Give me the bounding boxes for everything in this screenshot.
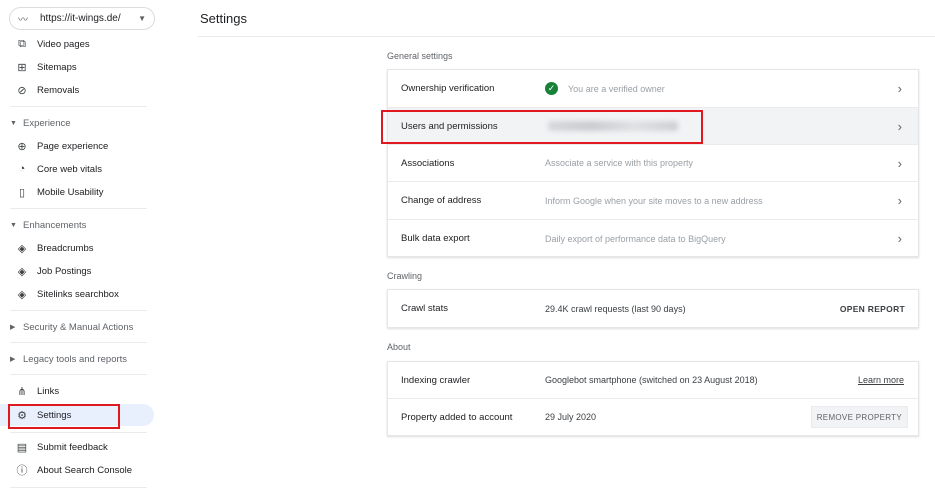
property-url: https://it-wings.de/ — [40, 13, 121, 24]
remove-property-button[interactable]: REMOVE PROPERTY — [810, 406, 908, 428]
divider — [10, 342, 147, 343]
section-enhancements[interactable]: ▼ Enhancements — [0, 215, 155, 235]
sidebar-item-page-experience[interactable]: ⊕ Page experience — [0, 135, 155, 157]
section-heading: Security & Manual Actions — [23, 321, 134, 333]
divider — [10, 106, 147, 107]
highlight-box-users-and-permissions — [381, 110, 703, 144]
section-heading: Legacy tools and reports — [23, 353, 128, 365]
row-indexing-crawler: Indexing crawler Googlebot smartphone (s… — [388, 362, 918, 399]
general-settings-card: Ownership verification ✓ You are a verif… — [387, 69, 919, 257]
sidebar-item-sitemaps[interactable]: ⊞ Sitemaps — [0, 56, 155, 78]
chevron-right-icon: › — [897, 193, 902, 208]
about-heading: About — [387, 342, 411, 352]
sidebar-item-label: Breadcrumbs — [37, 242, 94, 254]
sidebar-item-label: Job Postings — [37, 265, 92, 277]
speedometer-icon: ◔ — [18, 163, 26, 175]
page-title: Settings — [200, 11, 247, 26]
sidebar-item-label: Core web vitals — [37, 163, 102, 175]
divider — [10, 208, 147, 209]
row-desc: Associate a service with this property — [545, 158, 694, 168]
about-card: Indexing crawler Googlebot smartphone (s… — [387, 361, 919, 436]
feedback-icon: ▤ — [16, 441, 28, 454]
divider — [10, 310, 147, 311]
sidebar-item-label: Mobile Usability — [37, 186, 104, 198]
section-experience[interactable]: ▼ Experience — [0, 113, 155, 133]
row-name: Change of address — [401, 195, 482, 206]
row-desc: Googlebot smartphone (switched on 23 Aug… — [545, 375, 758, 385]
header-divider — [198, 36, 935, 37]
section-heading: Enhancements — [23, 219, 87, 231]
row-crawl-stats: Crawl stats 29.4K crawl requests (last 9… — [388, 290, 918, 327]
layers-icon: ◈ — [17, 242, 27, 255]
sidebar-item-label: Removals — [37, 84, 80, 96]
sidebar-item-job-postings[interactable]: ◈ Job Postings — [0, 260, 155, 282]
crawling-heading: Crawling — [387, 271, 423, 281]
caret-down-icon: ▼ — [10, 119, 17, 127]
chevron-right-icon: › — [897, 155, 902, 171]
row-desc: 29.4K crawl requests (last 90 days) — [545, 303, 686, 314]
row-desc: Daily export of performance data to BigQ… — [545, 233, 726, 244]
row-associations[interactable]: Associations Associate a service with th… — [388, 145, 918, 182]
row-name: Crawl stats — [401, 303, 448, 314]
chevron-right-icon: › — [897, 81, 902, 96]
open-report-button[interactable]: OPEN REPORT — [840, 304, 905, 314]
video-page-icon: ⧉ — [18, 37, 26, 50]
sidebar-item-label: Video pages — [37, 38, 90, 50]
row-property-added: Property added to account 29 July 2020 R… — [388, 399, 918, 435]
property-logo-icon: 〰 — [18, 15, 28, 26]
divider — [10, 487, 147, 488]
row-name: Indexing crawler — [401, 374, 471, 386]
property-selector[interactable]: 〰 https://it-wings.de/ ▼ — [9, 7, 155, 30]
sidebar-item-about[interactable]: ⓘ About Search Console — [0, 459, 155, 481]
links-icon: ⋔ — [17, 385, 27, 398]
sidebar-item-label: Sitelinks searchbox — [37, 288, 119, 300]
sidebar-item-submit-feedback[interactable]: ▤ Submit feedback — [0, 436, 155, 458]
row-ownership-verification[interactable]: Ownership verification ✓ You are a verif… — [388, 70, 918, 108]
caret-right-icon: ▶ — [10, 324, 16, 331]
section-heading: Experience — [23, 117, 71, 129]
row-bulk-data-export[interactable]: Bulk data export Daily export of perform… — [388, 220, 918, 257]
divider — [10, 432, 147, 433]
check-circle-icon: ✓ — [545, 82, 558, 95]
caret-right-icon: ▶ — [10, 356, 16, 363]
general-settings-heading: General settings — [387, 51, 453, 61]
row-name: Associations — [401, 157, 455, 169]
caret-down-icon: ▼ — [10, 221, 17, 229]
highlight-box-settings — [8, 404, 120, 429]
sidebar-item-links[interactable]: ⋔ Links — [0, 380, 155, 402]
row-name: Property added to account — [401, 411, 513, 423]
sidebar-item-sitelinks-searchbox[interactable]: ◈ Sitelinks searchbox — [0, 283, 155, 305]
sidebar-item-video-pages[interactable]: ⧉ Video pages — [0, 33, 155, 55]
row-name: Ownership verification — [401, 83, 495, 94]
sidebar-item-breadcrumbs[interactable]: ◈ Breadcrumbs — [0, 237, 155, 259]
sidebar-item-label: Page experience — [37, 140, 109, 152]
sitemap-icon: ⊞ — [17, 61, 27, 74]
row-desc: Inform Google when your site moves to a … — [545, 195, 763, 206]
divider — [10, 374, 147, 375]
info-icon: ⓘ — [16, 465, 28, 477]
sidebar-item-label: Sitemaps — [37, 61, 77, 73]
sidebar-item-label: Submit feedback — [37, 441, 108, 453]
sidebar-item-mobile-usability[interactable]: ▯ Mobile Usability — [0, 181, 155, 203]
layers-icon: ◈ — [17, 265, 27, 278]
row-name: Bulk data export — [401, 233, 470, 244]
plus-circle-icon: ⊕ — [17, 140, 27, 153]
section-security[interactable]: ▶ Security & Manual Actions — [0, 317, 155, 337]
sidebar-item-label: Links — [37, 385, 60, 397]
layers-icon: ◈ — [17, 288, 27, 301]
crawling-card: Crawl stats 29.4K crawl requests (last 9… — [387, 289, 919, 328]
section-legacy[interactable]: ▶ Legacy tools and reports — [0, 349, 155, 369]
sidebar-item-label: About Search Console — [37, 464, 133, 476]
row-desc: You are a verified owner — [568, 83, 665, 94]
row-change-of-address[interactable]: Change of address Inform Google when you… — [388, 182, 918, 220]
eye-off-icon: ⊘ — [17, 84, 27, 97]
row-desc: 29 July 2020 — [545, 412, 597, 422]
sidebar-item-core-web-vitals[interactable]: ◔ Core web vitals — [0, 158, 155, 180]
chevron-down-icon: ▼ — [138, 14, 146, 23]
chevron-right-icon: › — [897, 231, 902, 246]
chevron-right-icon: › — [897, 118, 902, 134]
learn-more-link[interactable]: Learn more — [858, 375, 904, 385]
sidebar-item-removals[interactable]: ⊘ Removals — [0, 79, 155, 101]
phone-icon: ▯ — [18, 186, 26, 199]
